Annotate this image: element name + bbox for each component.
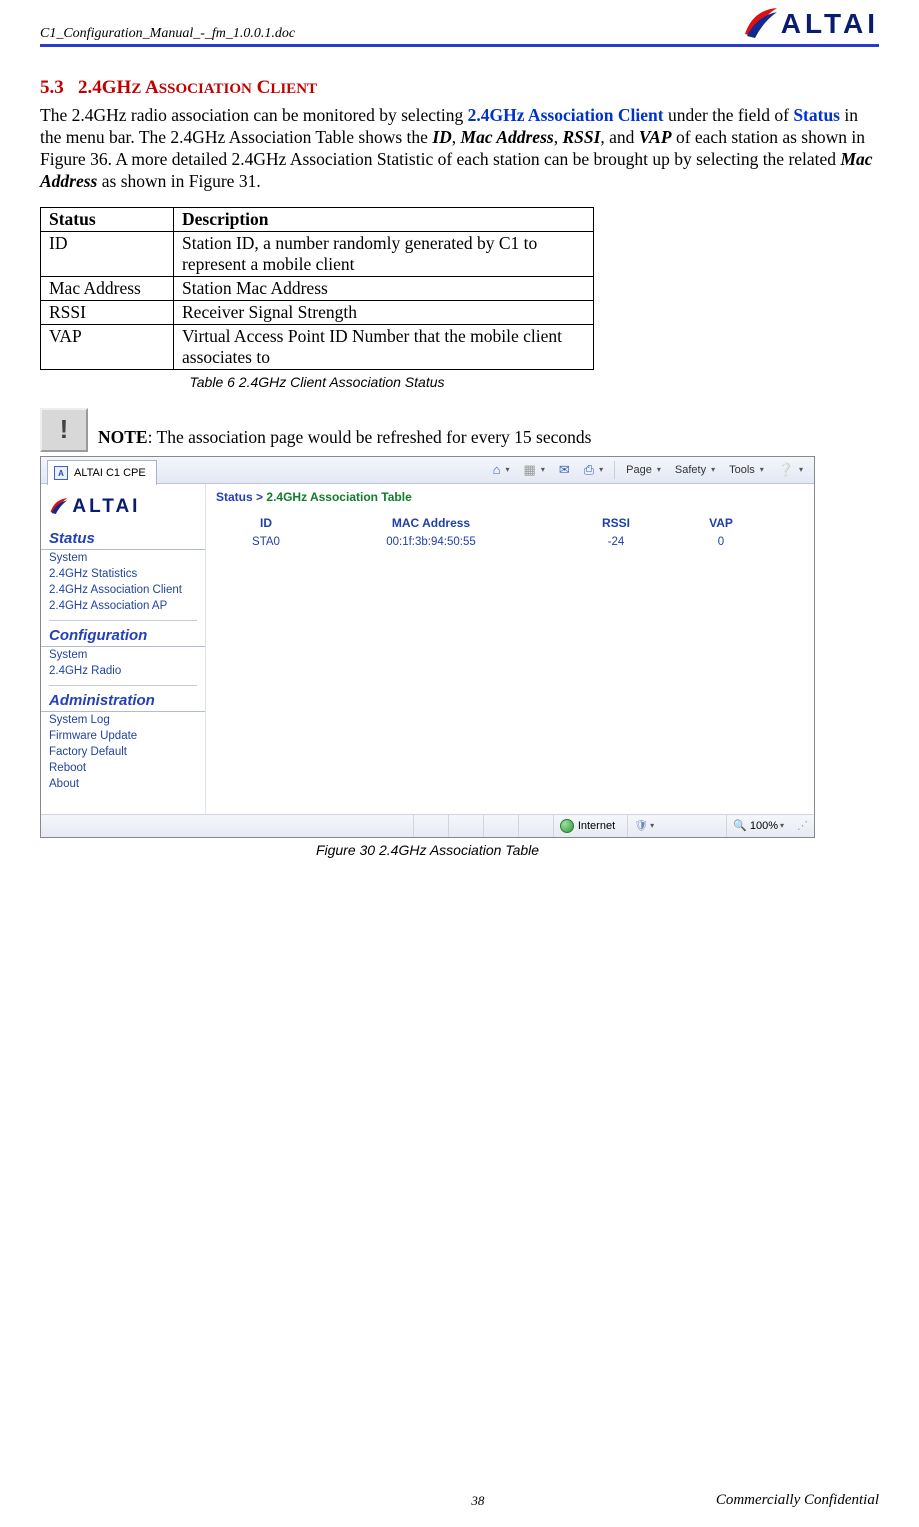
rss-icon: ▦ [524, 462, 536, 478]
home-icon: ⌂ [493, 462, 501, 477]
cell-id: STA0 [216, 536, 316, 548]
browser-toolbar: A ALTAI C1 CPE ⌂▾ ▦▾ ✉ ⎙▾ Page▾ Safety▾ … [41, 457, 814, 484]
help-button[interactable]: ❔▾ [773, 460, 808, 480]
app-logo: ALTAI [41, 488, 205, 528]
browser-status-bar: Internet 🛡▾ 🔍 100% ▾ ⋰ [41, 814, 814, 837]
sidebar-item-assoc-client[interactable]: 2.4GHz Association Client [41, 582, 205, 598]
note-block: ! NOTE: The association page would be re… [40, 408, 879, 452]
page-menu[interactable]: Page▾ [621, 462, 666, 478]
sidebar-item-syslog[interactable]: System Log [41, 712, 205, 728]
sidebar-head-status: Status [41, 528, 205, 550]
figure-caption: Figure 30 2.4GHz Association Table [40, 842, 815, 858]
sidebar-head-admin: Administration [41, 690, 205, 712]
assoc-table-header: ID MAC Address RSSI VAP [216, 516, 804, 534]
sidebar-item-about[interactable]: About [41, 776, 205, 792]
protected-mode: 🛡▾ [627, 815, 720, 837]
cell-vap: 0 [686, 536, 756, 548]
zone-indicator: Internet [553, 815, 621, 837]
zoom-icon: 🔍 [733, 819, 747, 832]
table-caption: Table 6 2.4GHz Client Association Status [40, 374, 594, 390]
mail-icon: ✉ [559, 462, 570, 478]
page-number: 38 [240, 1493, 716, 1509]
section-heading: 5.3 2.4GHZ ASSOCIATION CLIENT [40, 77, 879, 99]
favicon-icon: A [54, 466, 68, 480]
section-title: 2.4GHZ ASSOCIATION CLIENT [78, 77, 317, 98]
print-icon: ⎙ [584, 462, 594, 478]
document-filename: C1_Configuration_Manual_-_fm_1.0.0.1.doc [40, 26, 295, 42]
sidebar-item-firmware[interactable]: Firmware Update [41, 728, 205, 744]
logo-text: ALTAI [781, 10, 879, 38]
confidential-label: Commercially Confidential [716, 1492, 879, 1509]
assoc-table-row: STA0 00:1f:3b:94:50:55 -24 0 [216, 534, 804, 550]
col-mac: MAC Address [316, 516, 546, 530]
main-panel: Status > 2.4GHz Association Table ID MAC… [206, 484, 814, 814]
table-row: VAP Virtual Access Point ID Number that … [41, 324, 594, 369]
cell-rssi: -24 [546, 536, 686, 548]
page-header: C1_Configuration_Manual_-_fm_1.0.0.1.doc… [40, 4, 879, 47]
help-icon: ❔ [778, 462, 794, 478]
shield-icon: 🛡 [634, 819, 648, 832]
feeds-button[interactable]: ▦▾ [519, 460, 550, 480]
tab-title: ALTAI C1 CPE [74, 467, 146, 479]
status-description-table: Status Description ID Station ID, a numb… [40, 207, 594, 370]
section-number: 5.3 [40, 77, 64, 98]
note-icon: ! [40, 408, 88, 452]
table-header-status: Status [41, 207, 174, 231]
safety-menu[interactable]: Safety▾ [670, 462, 720, 478]
sidebar-head-config: Configuration [41, 625, 205, 647]
table-header-description: Description [174, 207, 594, 231]
resize-grip-icon: ⋰ [796, 819, 808, 832]
globe-icon [560, 819, 574, 833]
mail-button[interactable]: ✉ [554, 460, 575, 480]
sidebar-item-config-radio[interactable]: 2.4GHz Radio [41, 663, 205, 679]
embedded-screenshot: A ALTAI C1 CPE ⌂▾ ▦▾ ✉ ⎙▾ Page▾ Safety▾ … [40, 456, 815, 838]
sidebar-item-system[interactable]: System [41, 550, 205, 566]
table-row: Mac Address Station Mac Address [41, 276, 594, 300]
print-button[interactable]: ⎙▾ [579, 460, 608, 480]
cell-mac[interactable]: 00:1f:3b:94:50:55 [316, 536, 546, 548]
home-button[interactable]: ⌂▾ [488, 460, 515, 479]
sidebar-item-reboot[interactable]: Reboot [41, 760, 205, 776]
tools-menu[interactable]: Tools▾ [724, 462, 769, 478]
sidebar-item-assoc-ap[interactable]: 2.4GHz Association AP [41, 598, 205, 614]
browser-tab[interactable]: A ALTAI C1 CPE [47, 460, 157, 485]
sidebar-item-factory[interactable]: Factory Default [41, 744, 205, 760]
table-row: RSSI Receiver Signal Strength [41, 300, 594, 324]
breadcrumb: Status > 2.4GHz Association Table [216, 490, 804, 504]
col-vap: VAP [686, 516, 756, 530]
zoom-control[interactable]: 🔍 100% ▾ [726, 815, 790, 837]
app-sidebar: ALTAI Status System 2.4GHz Statistics 2.… [41, 484, 206, 814]
col-id: ID [216, 516, 316, 530]
sidebar-item-config-system[interactable]: System [41, 647, 205, 663]
body-paragraph: The 2.4GHz radio association can be moni… [40, 105, 879, 193]
table-row: ID Station ID, a number randomly generat… [41, 231, 594, 276]
note-text: : The association page would be refreshe… [148, 427, 592, 447]
logo-swoosh-icon [743, 4, 779, 38]
brand-logo: ALTAI [743, 4, 879, 42]
page-footer: 38 Commercially Confidential [40, 1492, 879, 1509]
sidebar-item-statistics[interactable]: 2.4GHz Statistics [41, 566, 205, 582]
note-label: NOTE [98, 427, 148, 447]
col-rssi: RSSI [546, 516, 686, 530]
